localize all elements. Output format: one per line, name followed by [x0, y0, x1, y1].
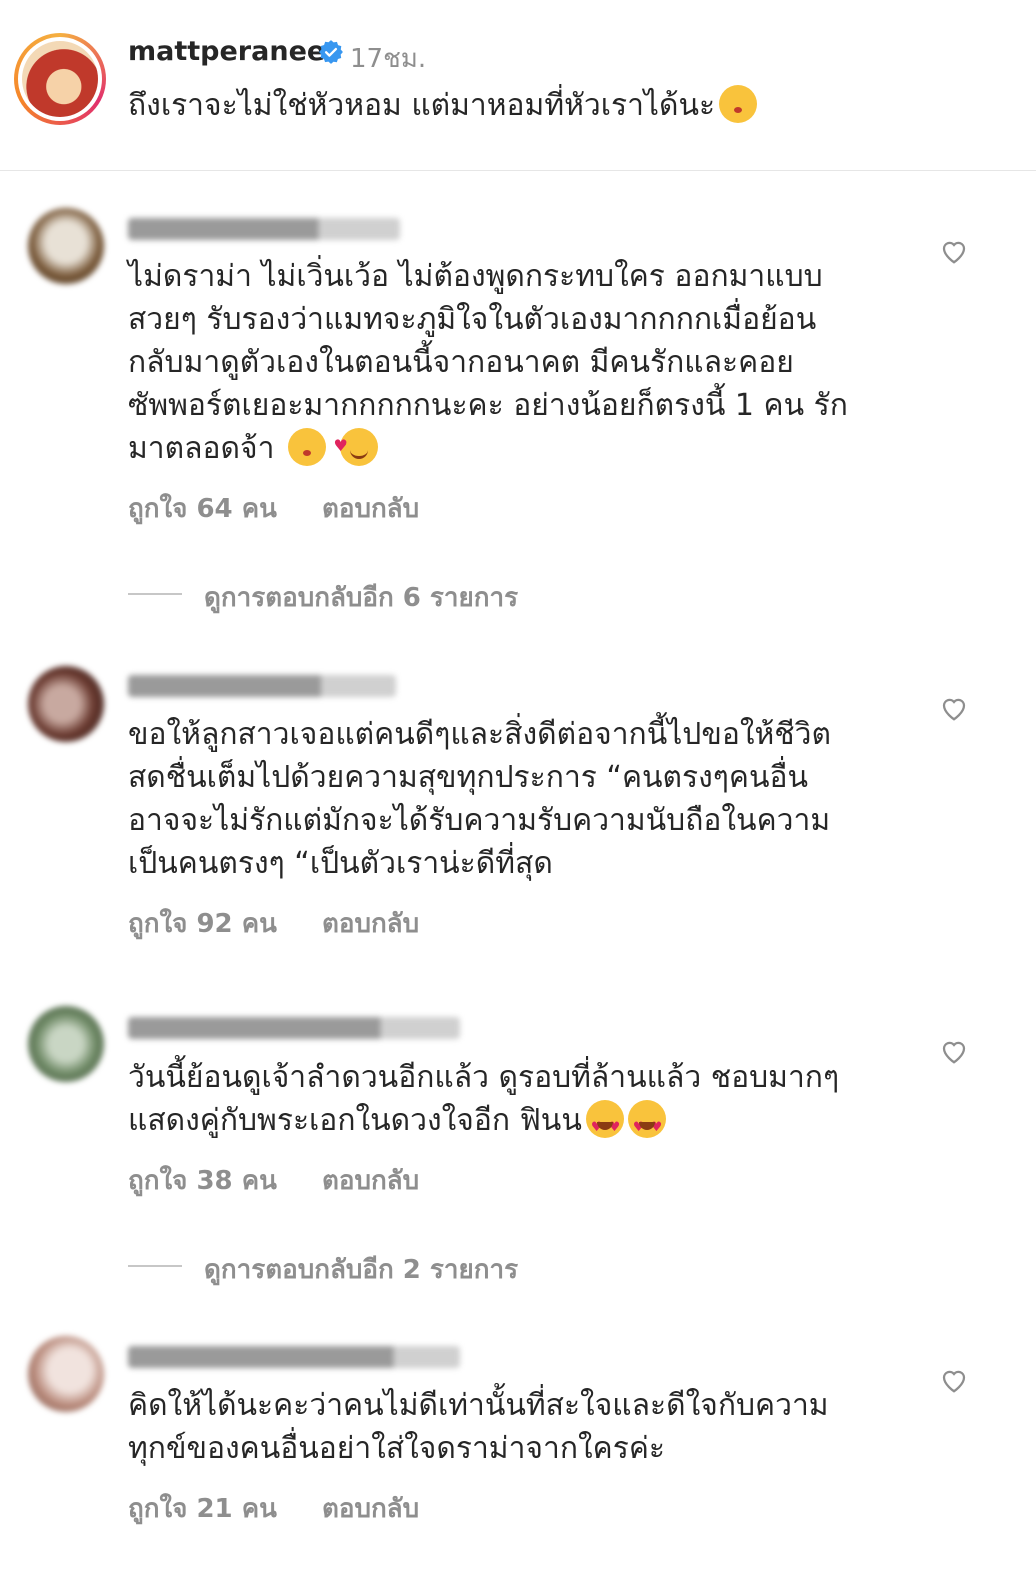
commenter-username-blurred[interactable]	[128, 1017, 460, 1039]
comment-meta: ถูกใจ 38 คน ตอบกลับ	[128, 1160, 419, 1201]
like-heart-icon[interactable]	[939, 693, 969, 723]
comment-text: ไม่ดราม่า ไม่เวิ่นเว้อ ไม่ต้องพูดกระทบใค…	[128, 255, 908, 470]
comment-line: แสดงคู่กับพระเอกในดวงใจอีก ฟินน	[128, 1099, 908, 1149]
commenter-avatar[interactable]	[28, 1336, 104, 1412]
comment-line: ทุกข์ของคนอื่นอย่าใส่ใจดราม่าจากใครค่ะ	[128, 1431, 666, 1466]
poster-avatar[interactable]	[14, 33, 106, 125]
replies-line	[128, 593, 182, 595]
comment-text: คิดให้ได้นะคะว่าคนไม่ดีเท่านั้นที่สะใจแล…	[128, 1384, 908, 1470]
face-blowing-kiss-emoji	[287, 428, 326, 466]
commenter-username-blurred[interactable]	[128, 218, 400, 240]
comment-line: มาตลอดจ้า	[128, 424, 908, 470]
like-count[interactable]: ถูกใจ 21 คน	[128, 1494, 277, 1524]
reply-button[interactable]: ตอบกลับ	[322, 1166, 419, 1196]
comment-meta: ถูกใจ 92 คน ตอบกลับ	[128, 903, 419, 944]
post-caption: ถึงเราจะไม่ใช่หัวหอม แต่มาหอมที่หัวเราได…	[128, 82, 758, 129]
reply-button[interactable]: ตอบกลับ	[322, 909, 419, 939]
heart-eyes-emoji	[585, 1100, 624, 1149]
avatar-image	[22, 41, 98, 117]
comment-line: สวยๆ รับรองว่าแมทจะภูมิใจในตัวเองมากกกกเ…	[128, 302, 817, 337]
commenter-username-blurred[interactable]	[128, 675, 396, 697]
comment-line: ซัพพอร์ตเยอะมากกกกกนะคะ อย่างน้อยก็ตรงนี…	[128, 388, 848, 423]
like-count[interactable]: ถูกใจ 38 คน	[128, 1166, 277, 1196]
caption-text: ถึงเราจะไม่ใช่หัวหอม แต่มาหอมที่หัวเราได…	[128, 88, 716, 123]
verified-badge-icon	[319, 40, 343, 64]
comment-line-text: แสดงคู่กับพระเอกในดวงใจอีก ฟินน	[128, 1103, 582, 1138]
comment-line: สดชื่นเต็มไปด้วยความสุขทุกประการ “คนตรงๆ…	[128, 760, 809, 795]
commenter-username-blurred[interactable]	[128, 1346, 460, 1368]
comment-line: กลับมาดูตัวเองในตอนนี้จากอนาคต มีคนรักแล…	[128, 345, 794, 380]
reply-button[interactable]: ตอบกลับ	[322, 1494, 419, 1524]
like-count[interactable]: ถูกใจ 92 คน	[128, 909, 277, 939]
view-replies-link[interactable]: ดูการตอบกลับอีก 6 รายการ	[204, 577, 518, 618]
comment-line: เป็นคนตรงๆ “เป็นตัวเราน่ะดีที่สุด	[128, 846, 553, 881]
smiling-face-with-hearts-emoji	[334, 424, 378, 467]
caption-divider	[0, 170, 1036, 171]
commenter-avatar[interactable]	[28, 208, 104, 284]
replies-line	[128, 1265, 182, 1267]
comment-text: วันนี้ย้อนดูเจ้าลำดวนอีกแล้ว ดูรอบที่ล้า…	[128, 1056, 908, 1149]
like-count[interactable]: ถูกใจ 64 คน	[128, 494, 277, 524]
comment-line: ไม่ดราม่า ไม่เวิ่นเว้อ ไม่ต้องพูดกระทบใค…	[128, 259, 823, 294]
kissing-closed-eyes-emoji	[719, 85, 758, 123]
like-heart-icon[interactable]	[939, 1036, 969, 1066]
commenter-avatar[interactable]	[28, 666, 104, 742]
comment-line: อาจจะไม่รักแต่มักจะได้รับความรับความนับถ…	[128, 803, 831, 838]
poster-username[interactable]: mattperanee	[128, 36, 325, 67]
comment-line: วันนี้ย้อนดูเจ้าลำดวนอีกแล้ว ดูรอบที่ล้า…	[128, 1060, 840, 1095]
commenter-avatar[interactable]	[28, 1006, 104, 1082]
post-timestamp: 17ชม.	[350, 44, 427, 74]
heart-eyes-emoji	[627, 1100, 666, 1149]
comment-meta: ถูกใจ 21 คน ตอบกลับ	[128, 1488, 419, 1529]
comment-text: ขอให้ลูกสาวเจอแต่คนดีๆและสิ่งดีต่อจากนี้…	[128, 713, 908, 885]
like-heart-icon[interactable]	[939, 1365, 969, 1395]
comment-line: ขอให้ลูกสาวเจอแต่คนดีๆและสิ่งดีต่อจากนี้…	[128, 717, 831, 752]
comment-line-text: มาตลอดจ้า	[128, 431, 275, 466]
reply-button[interactable]: ตอบกลับ	[322, 494, 419, 524]
like-heart-icon[interactable]	[939, 236, 969, 266]
view-replies-link[interactable]: ดูการตอบกลับอีก 2 รายการ	[204, 1249, 518, 1290]
comment-line: คิดให้ได้นะคะว่าคนไม่ดีเท่านั้นที่สะใจแล…	[128, 1388, 829, 1423]
comment-meta: ถูกใจ 64 คน ตอบกลับ	[128, 488, 419, 529]
